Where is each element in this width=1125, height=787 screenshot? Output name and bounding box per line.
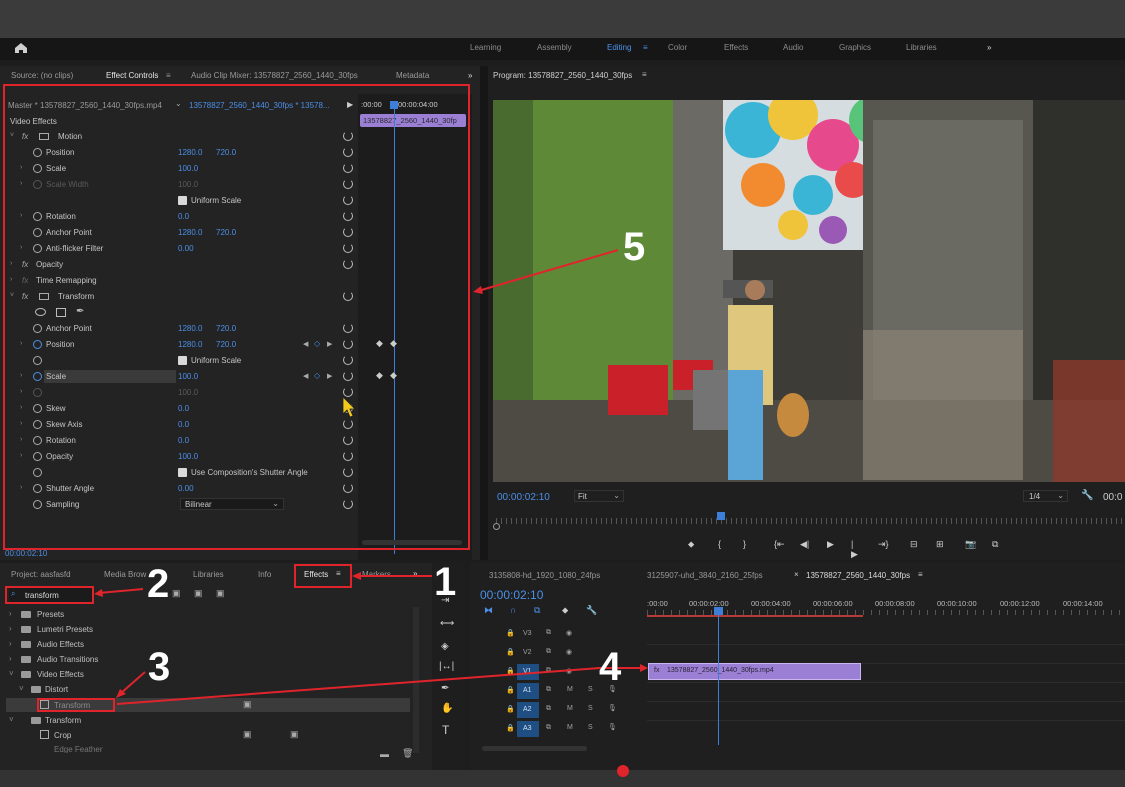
annotation-number-3: 3 bbox=[148, 645, 171, 689]
arrowhead-2-icon bbox=[94, 589, 103, 597]
arrowhead-4-icon bbox=[640, 664, 648, 672]
annotation-number-1: 1 bbox=[434, 560, 457, 604]
arrowhead-5-icon bbox=[473, 286, 483, 294]
annotation-number-2: 2 bbox=[147, 562, 170, 606]
arrow-2-icon bbox=[98, 588, 144, 594]
annotation-number-5: 5 bbox=[623, 225, 646, 269]
arrow-4a-icon bbox=[116, 667, 601, 705]
arrow-3-icon bbox=[119, 671, 146, 695]
arrowhead-1-icon bbox=[352, 572, 361, 580]
annotation-number-4: 4 bbox=[599, 645, 622, 689]
arrow-5-icon bbox=[477, 249, 619, 292]
